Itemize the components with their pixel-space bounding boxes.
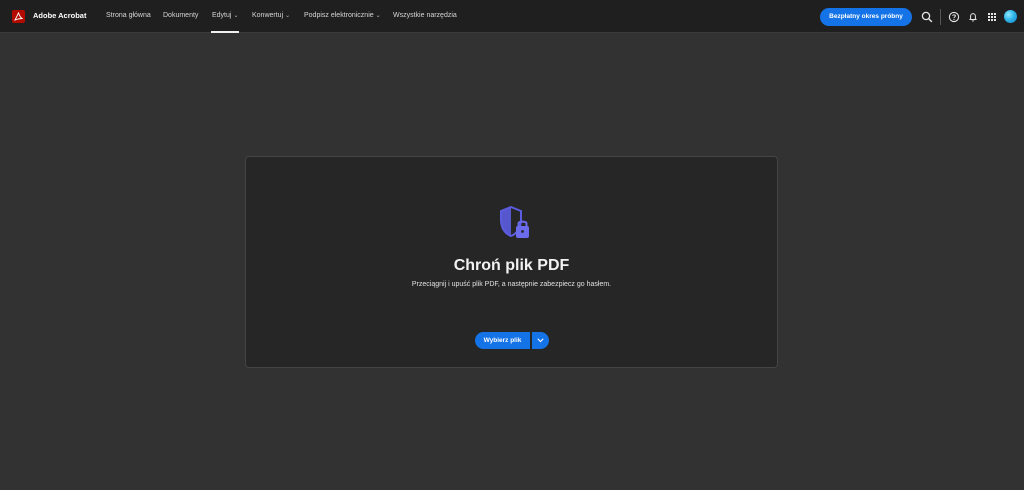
active-tab-indicator <box>211 31 239 33</box>
nav-convert-label: Konwertuj <box>252 12 284 19</box>
chevron-down-icon: ⌄ <box>285 13 291 19</box>
nav-home-label: Strona główna <box>106 12 151 19</box>
nav-all-tools[interactable]: Wszystkie narzędzia <box>393 12 457 19</box>
avatar[interactable] <box>1004 10 1017 23</box>
chevron-down-icon: ⌄ <box>233 13 239 19</box>
bell-icon[interactable] <box>966 10 980 24</box>
header-divider <box>940 9 941 25</box>
nav-edit-label: Edytuj <box>212 12 232 19</box>
instruction-text: Przeciągnij i upuść plik PDF, a następni… <box>411 281 612 288</box>
nav-convert[interactable]: Konwertuj ⌄ <box>252 12 290 19</box>
acrobat-logo-icon[interactable] <box>12 10 25 23</box>
choose-file-button[interactable]: Wybierz plik <box>475 332 530 349</box>
help-icon[interactable] <box>947 10 961 24</box>
chevron-down-icon <box>537 338 544 343</box>
page-title: Chroń plik PDF <box>453 257 570 274</box>
brand-name[interactable]: Adobe Acrobat <box>33 11 86 20</box>
nav-all-tools-label: Wszystkie narzędzia <box>393 12 457 19</box>
nav-edit[interactable]: Edytuj ⌄ <box>212 12 239 19</box>
nav-sign[interactable]: Podpisz elektronicznie ⌄ <box>304 12 381 19</box>
nav-documents[interactable]: Dokumenty <box>163 12 198 19</box>
free-trial-button[interactable]: Bezpłatny okres próbny <box>820 8 912 26</box>
apps-grid-icon[interactable] <box>985 10 999 24</box>
nav-documents-label: Dokumenty <box>163 12 199 19</box>
shield-lock-icon <box>500 205 529 238</box>
choose-file-dropdown-button[interactable] <box>532 332 549 349</box>
nav-sign-label: Podpisz elektronicznie <box>304 12 374 19</box>
top-navigation-bar: Adobe Acrobat Strona główna Dokumenty Ed… <box>0 0 1024 33</box>
protect-pdf-drop-zone[interactable]: Chroń plik PDF Przeciągnij i upuść plik … <box>245 156 778 368</box>
nav-home[interactable]: Strona główna <box>106 12 151 19</box>
search-icon[interactable] <box>920 10 934 24</box>
chevron-down-icon: ⌄ <box>375 13 381 19</box>
